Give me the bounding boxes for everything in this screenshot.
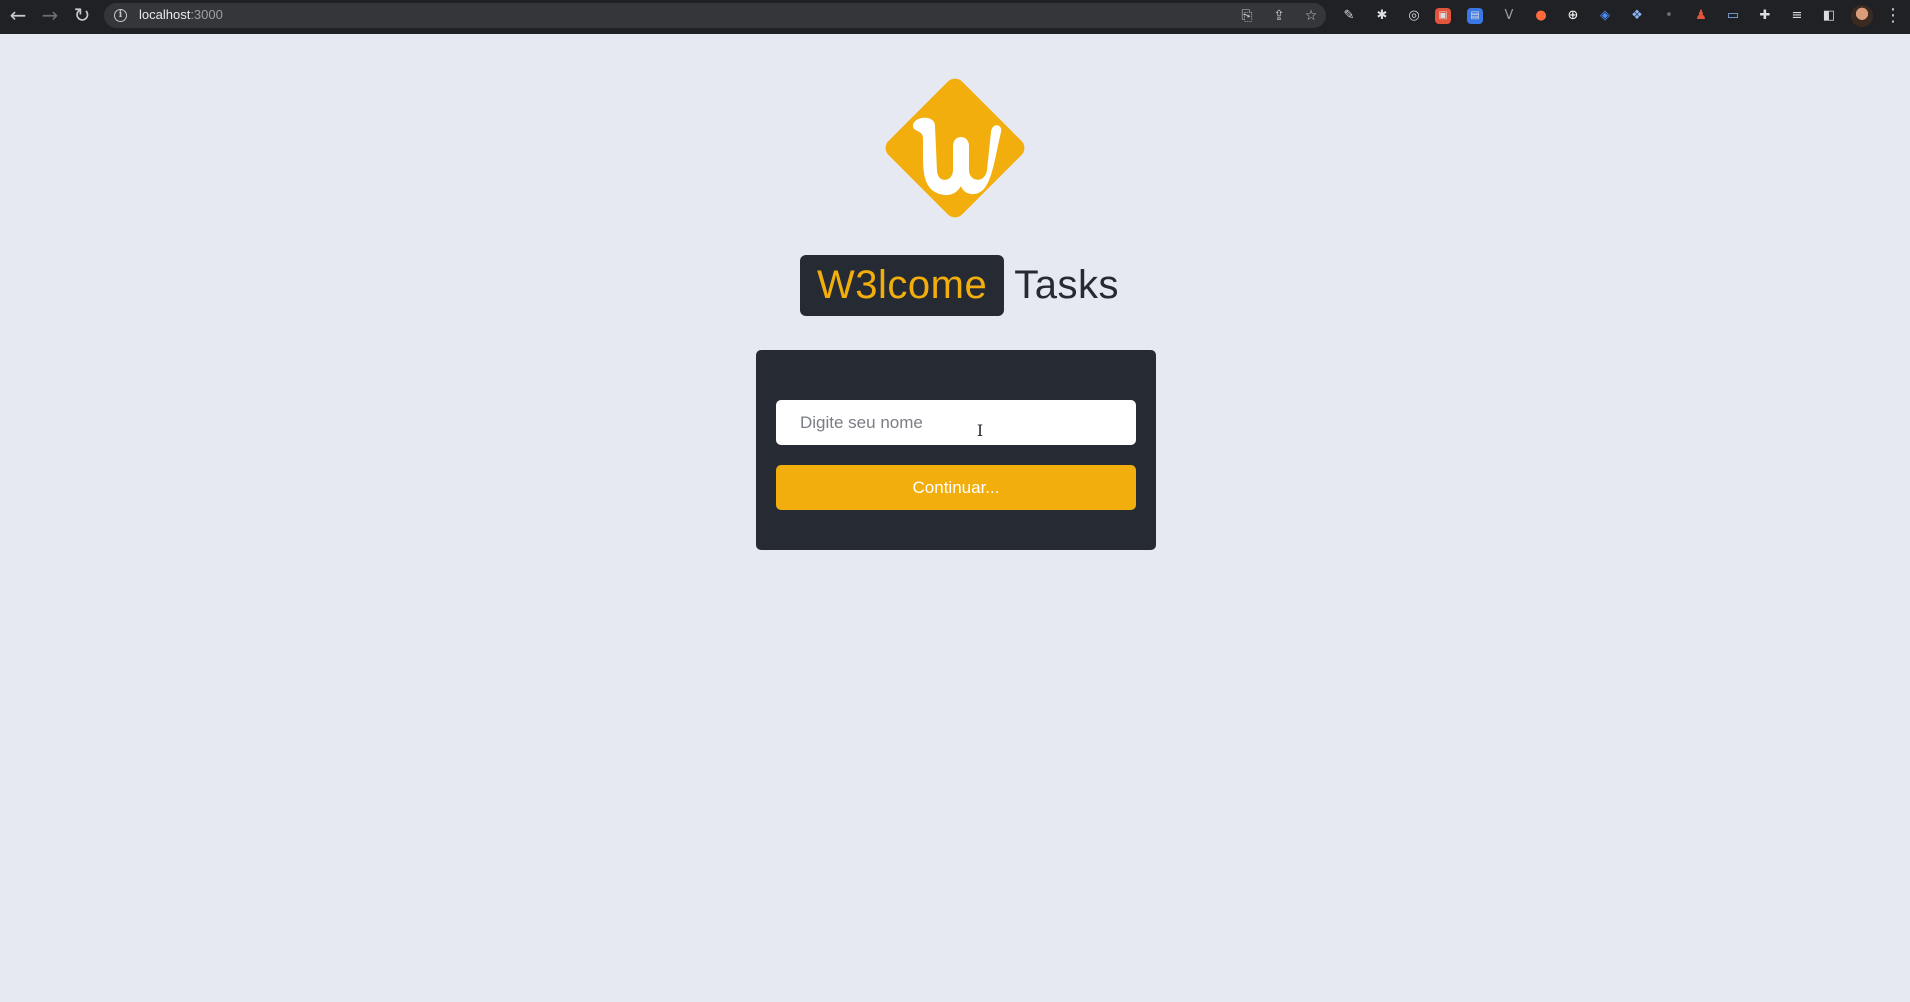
title-rest-text: Tasks xyxy=(1014,263,1119,307)
gear-icon[interactable]: ✱ xyxy=(1371,5,1393,27)
back-arrow-icon[interactable]: ← xyxy=(2,0,34,31)
profile-avatar[interactable] xyxy=(1851,5,1873,27)
record-icon[interactable]: ● xyxy=(1530,5,1552,27)
window-icon[interactable]: ▭ xyxy=(1722,5,1744,27)
code-icon[interactable]: ◈ xyxy=(1594,5,1616,27)
translate-icon[interactable]: ⎘ xyxy=(1237,6,1257,26)
pen-icon[interactable]: ✎ xyxy=(1338,5,1360,27)
extension-icon[interactable]: ♟ xyxy=(1690,5,1712,27)
sidebar-icon[interactable]: ◧ xyxy=(1818,5,1840,27)
extension-icon[interactable]: ▣ xyxy=(1435,8,1451,24)
site-info-icon[interactable]: i xyxy=(114,9,127,22)
paint-icon[interactable]: ❖ xyxy=(1626,5,1648,27)
puzzle-icon[interactable]: ✚ xyxy=(1754,5,1776,27)
vue-devtools-icon[interactable]: V xyxy=(1498,5,1520,27)
kebab-menu-icon[interactable]: ⋮ xyxy=(1884,3,1902,29)
browser-toolbar: ← → ↻ i localhost:3000 ⎘ ⇪ ☆ ✎ ✱ ◎ ▣ ▤ V… xyxy=(0,0,1910,34)
reload-icon[interactable]: ↻ xyxy=(66,0,98,31)
target-icon[interactable]: ◎ xyxy=(1403,5,1425,27)
title-highlight-box: W3lcome xyxy=(800,255,1005,316)
text-cursor-icon: I xyxy=(976,421,984,440)
plus-circle-icon[interactable]: ⊕ xyxy=(1562,5,1584,27)
extension-icon[interactable]: ▤ xyxy=(1467,8,1483,24)
app-title: W3lcome Tasks xyxy=(800,255,1119,316)
w-logo-icon xyxy=(885,78,1025,218)
media-icon[interactable]: ≡ xyxy=(1786,5,1808,27)
bookmark-star-icon[interactable]: ☆ xyxy=(1301,6,1321,26)
name-form-card: Continuar... xyxy=(756,350,1156,550)
continue-button[interactable]: Continuar... xyxy=(776,465,1136,510)
address-bar[interactable]: i localhost:3000 ⎘ ⇪ ☆ xyxy=(104,3,1326,28)
title-accent-text: W3lcome xyxy=(817,263,988,307)
share-icon[interactable]: ⇪ xyxy=(1269,6,1289,26)
forward-arrow-icon[interactable]: → xyxy=(34,0,66,31)
name-input[interactable] xyxy=(776,400,1136,445)
dot-icon[interactable]: • xyxy=(1658,5,1680,27)
url-text[interactable]: localhost:3000 xyxy=(139,7,223,22)
